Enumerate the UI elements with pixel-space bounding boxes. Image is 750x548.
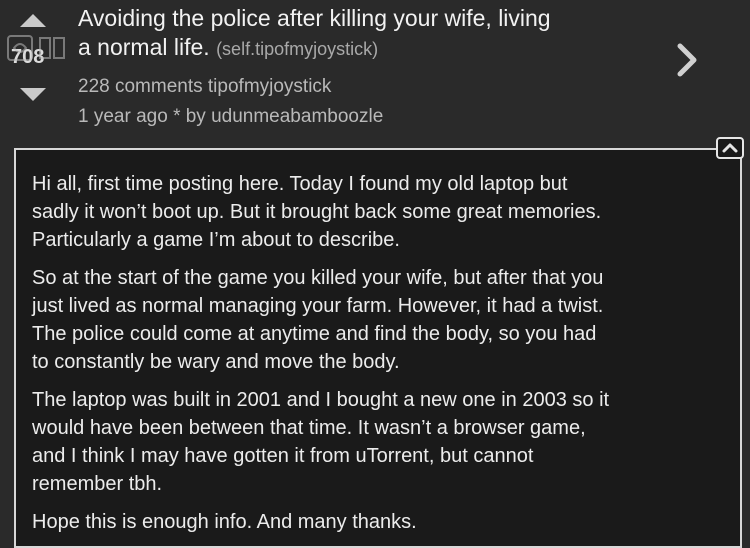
selftext-paragraph-4: Hope this is enough info. And many thank… xyxy=(32,511,417,533)
chevron-up-icon xyxy=(722,143,738,153)
post-title-line-2[interactable]: a normal life. xyxy=(78,34,210,60)
collapse-button[interactable] xyxy=(716,137,744,159)
watermark-logo-icon xyxy=(7,35,65,61)
selftext-paragraph-1: Hi all, first time posting here. Today I… xyxy=(32,173,602,251)
chevron-right-icon[interactable] xyxy=(676,42,698,78)
selftext-paragraph-2: So at the start of the game you killed y… xyxy=(32,267,604,373)
post-title[interactable]: Avoiding the police after killing your w… xyxy=(78,4,658,64)
comments-link[interactable]: 228 comments xyxy=(78,76,203,97)
post-meta: 228 comments tipofmyjoystick xyxy=(78,73,658,100)
selftext-paragraph-3: The laptop was built in 2001 and I bough… xyxy=(32,389,610,495)
post-header: Avoiding the police after killing your w… xyxy=(78,4,658,130)
downvote-arrow-icon[interactable] xyxy=(20,88,46,101)
post-domain[interactable]: (self.tipofmyjoystick) xyxy=(216,39,378,59)
post-age-author: 1 year ago * by udunmeabamboozle xyxy=(78,106,384,127)
upvote-arrow-icon[interactable] xyxy=(20,14,46,27)
selftext-body: Hi all, first time posting here. Today I… xyxy=(32,170,722,546)
subreddit-link[interactable]: tipofmyjoystick xyxy=(208,76,332,97)
post-title-line-1[interactable]: Avoiding the police after killing your w… xyxy=(78,5,551,31)
